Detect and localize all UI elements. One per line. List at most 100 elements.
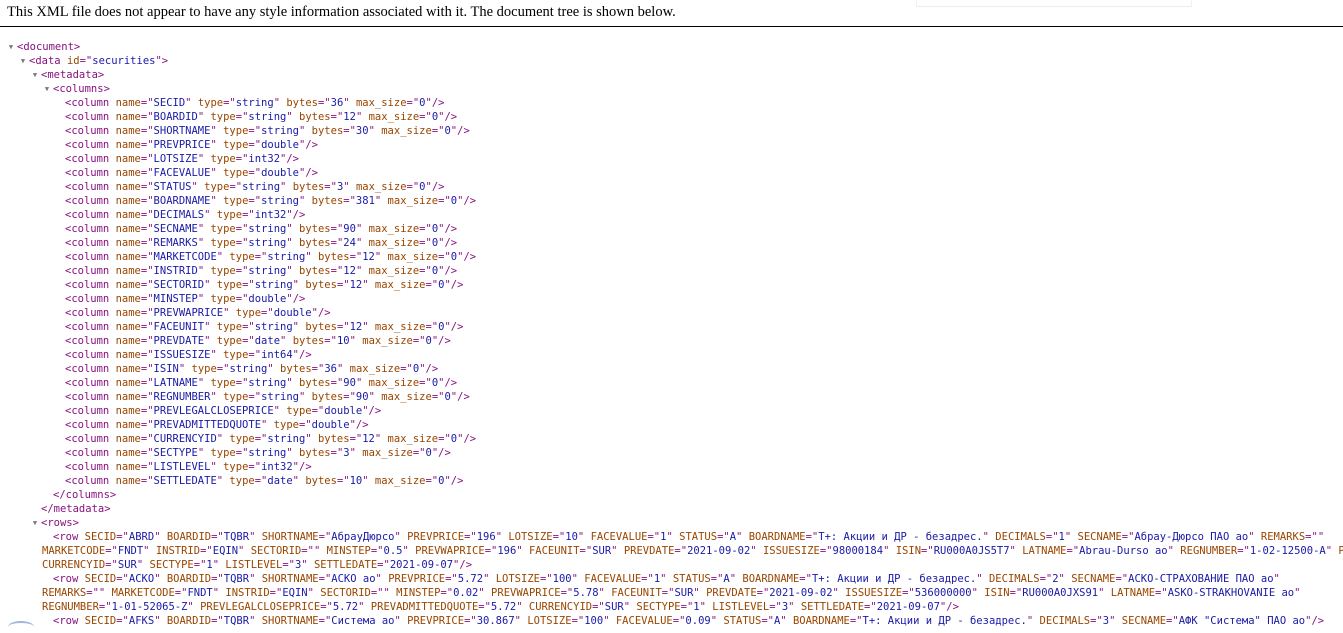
xml-attr-equals: =" bbox=[140, 349, 154, 361]
xml-attr-equals: =" bbox=[819, 545, 833, 557]
xml-attr-value: string bbox=[248, 447, 287, 459]
xml-attr-equals: =" bbox=[311, 405, 325, 417]
scroll-marker bbox=[8, 621, 34, 633]
xml-attr-value: double bbox=[261, 167, 299, 179]
xml-attr-value: ISIN bbox=[153, 363, 179, 375]
xml-attr-quote: " bbox=[210, 195, 217, 207]
xml-attr-name: name bbox=[115, 321, 141, 333]
xml-attr-name: type bbox=[216, 321, 243, 333]
xml-attr-quote: " bbox=[305, 251, 312, 263]
xml-attr-quote: " bbox=[883, 545, 890, 557]
collapse-triangle-icon[interactable]: ▼ bbox=[18, 54, 28, 68]
xml-attr-quote: " bbox=[292, 321, 299, 333]
xml-attr-quote: " bbox=[375, 573, 382, 585]
xml-attr-name: bytes bbox=[299, 223, 331, 235]
xml-attr-name: type bbox=[210, 153, 236, 165]
xml-attr-quote: " bbox=[197, 447, 205, 459]
xml-attr-quote: " bbox=[383, 587, 390, 599]
xml-attr-name: name bbox=[115, 153, 141, 165]
xml-attr-equals: =" bbox=[1039, 573, 1053, 585]
xml-attr-quote: " bbox=[343, 181, 350, 193]
xml-attr-quote: " bbox=[710, 615, 718, 626]
xml-attr-name: name bbox=[115, 237, 141, 249]
xml-tag-name: <column bbox=[65, 405, 110, 417]
xml-attr-value: string bbox=[229, 363, 268, 375]
collapse-triangle-icon[interactable]: ▼ bbox=[30, 68, 40, 82]
xml-attr-equals: =" bbox=[140, 307, 154, 319]
xml-tag-name: <column bbox=[65, 447, 110, 459]
xml-attr-quote: " bbox=[249, 615, 256, 626]
xml-attr-quote: " bbox=[210, 391, 217, 403]
xml-attr-value: PREVWAPRICE bbox=[153, 307, 224, 319]
xml-attr-equals: =" bbox=[116, 615, 129, 626]
xml-tag-end: /> bbox=[946, 601, 959, 613]
xml-attr-equals: =" bbox=[370, 587, 384, 599]
xml-attr-quote: " bbox=[1026, 615, 1034, 626]
xml-attr-value: SECTORID bbox=[153, 279, 205, 291]
xml-attr-equals: =" bbox=[330, 447, 344, 459]
xml-attr-quote: " bbox=[362, 321, 369, 333]
collapse-triangle-icon[interactable]: ▼ bbox=[30, 516, 40, 530]
xml-attr-name: REGNUMBER bbox=[1180, 545, 1238, 557]
xml-attr-name: PREVLEGALCLOSEPRICE bbox=[200, 601, 321, 613]
xml-attr-value: INSTRID bbox=[153, 265, 198, 277]
xml-attr-value: 5.72 bbox=[332, 601, 359, 613]
xml-line: <column name="PREVLEGALCLOSEPRICE" type=… bbox=[0, 404, 1343, 418]
xml-attr-value: MINSTEP bbox=[153, 293, 198, 305]
xml-attr-equals: =" bbox=[140, 363, 154, 375]
xml-attr-value: int32 bbox=[254, 209, 287, 221]
xml-line: <column name="SECNAME" type="string" byt… bbox=[0, 222, 1343, 236]
xml-tag-name: <column bbox=[65, 237, 110, 249]
xml-attr-name: name bbox=[115, 405, 141, 417]
xml-attr-name: name bbox=[115, 209, 141, 221]
xml-attr-name: BOARDNAME bbox=[748, 531, 806, 543]
xml-attr-name: bytes bbox=[305, 279, 337, 291]
xml-tag-name: <column bbox=[65, 377, 110, 389]
xml-attr-name: name bbox=[115, 97, 141, 109]
xml-attr-equals: =" bbox=[672, 615, 686, 626]
xml-attr-equals: =" bbox=[799, 573, 812, 585]
xml-attr-equals: =" bbox=[769, 601, 782, 613]
xml-attr-equals: =" bbox=[79, 55, 93, 67]
xml-attr-equals: =" bbox=[445, 573, 458, 585]
xml-attr-equals: =" bbox=[211, 531, 224, 543]
xml-attr-value: Система ао bbox=[331, 615, 395, 626]
xml-attr-value: RU000A0JS5T7 bbox=[933, 545, 1010, 557]
xml-attr-value: STATUS bbox=[153, 181, 192, 193]
xml-attr-value: 12 bbox=[349, 279, 363, 291]
xml-tag-end: /> bbox=[463, 195, 477, 207]
collapse-triangle-icon[interactable]: ▼ bbox=[42, 82, 52, 96]
xml-tag-name: <column bbox=[65, 265, 110, 277]
xml-attr-quote: " bbox=[571, 573, 578, 585]
xml-attr-name: CURRENCYID bbox=[42, 559, 106, 571]
xml-attr-quote: " bbox=[736, 531, 743, 543]
xml-attr-quote: " bbox=[292, 279, 299, 291]
xml-attr-value: 100 bbox=[552, 573, 572, 585]
xml-line: <column name="LATNAME" type="string" byt… bbox=[0, 376, 1343, 390]
xml-tag-end: > bbox=[97, 69, 105, 81]
xml-attr-equals: =" bbox=[579, 545, 593, 557]
xml-attr-name: max_size bbox=[349, 363, 401, 375]
xml-attr-quote: " bbox=[971, 587, 978, 599]
xml-attr-name: name bbox=[115, 433, 141, 445]
xml-attr-quote: " bbox=[191, 181, 198, 193]
xml-tag-end: /> bbox=[438, 335, 451, 347]
xml-attr-name: BOARDID bbox=[166, 573, 212, 585]
xml-attr-name: type bbox=[216, 335, 243, 347]
xml-attr-equals: =" bbox=[324, 335, 337, 347]
xml-tag-name: <column bbox=[65, 475, 110, 487]
xml-attr-name: type bbox=[273, 419, 299, 431]
xml-attr-name: FACEUNIT bbox=[611, 587, 662, 599]
collapse-triangle-icon[interactable]: ▼ bbox=[6, 40, 16, 54]
xml-attr-equals: =" bbox=[1045, 531, 1059, 543]
xml-attr-equals: =" bbox=[921, 545, 934, 557]
xml-attr-quote: " bbox=[216, 433, 224, 445]
xml-attr-equals: =" bbox=[235, 153, 249, 165]
xml-attr-name: SECNAME bbox=[1121, 615, 1167, 626]
xml-attr-name: BOARDID bbox=[166, 615, 212, 626]
xml-attr-name: type bbox=[229, 475, 255, 487]
xml-line: ▼ <data id="securities"> bbox=[0, 54, 1343, 68]
xml-attr-value: REMARKS bbox=[153, 237, 198, 249]
xml-attr-value: 10 bbox=[565, 531, 578, 543]
xml-line: <column name="LISTLEVEL" type="int32"/> bbox=[0, 460, 1343, 474]
